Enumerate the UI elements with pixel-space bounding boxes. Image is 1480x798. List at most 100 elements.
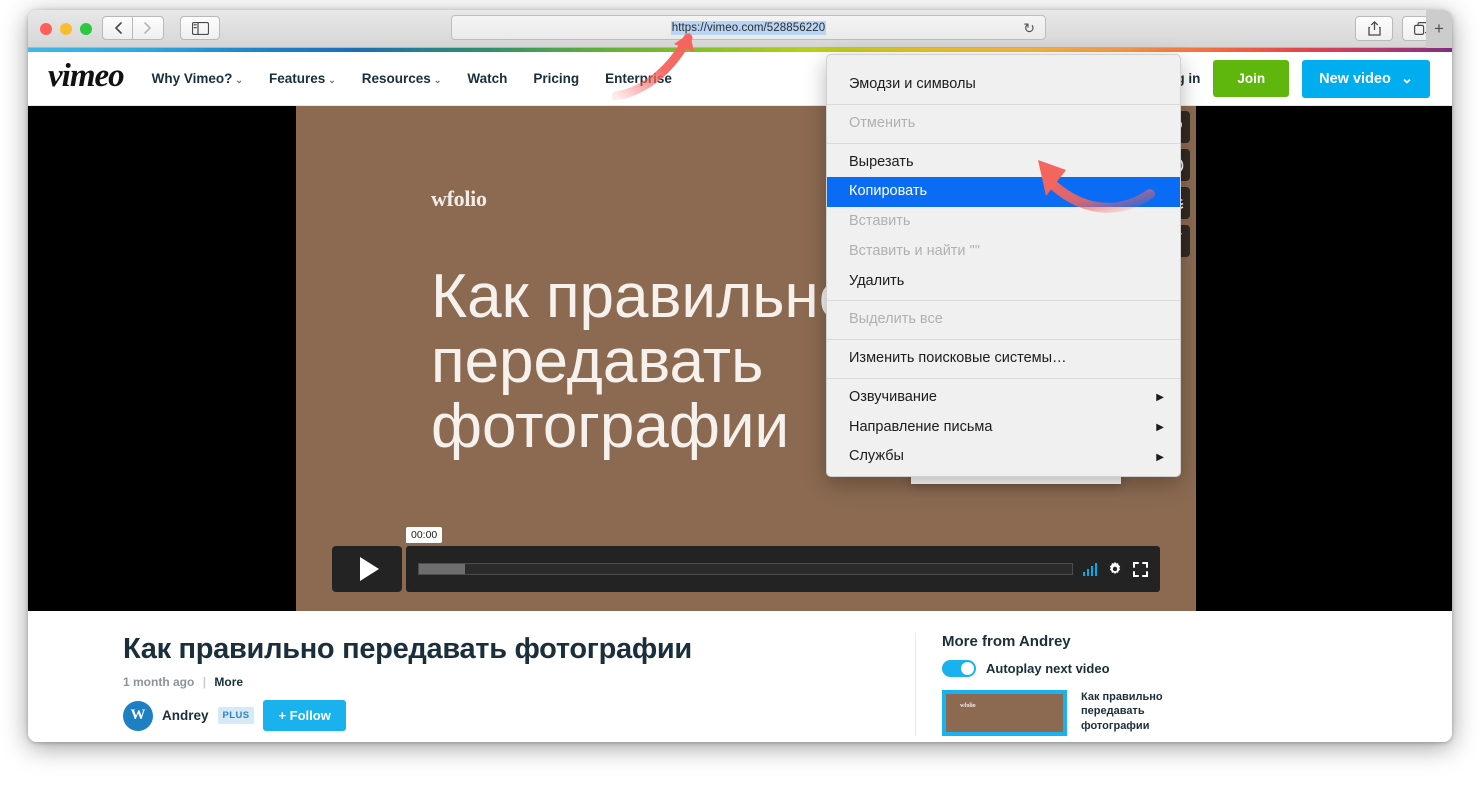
forward-button[interactable] bbox=[133, 16, 164, 40]
vimeo-page: vimeo Why Vimeo? ⌄ Features ⌄ Resources ⌄ W… bbox=[28, 52, 1452, 742]
chevron-down-icon: ⌄ bbox=[235, 75, 243, 85]
menu-item-speech[interactable]: Озвучивание ▶ bbox=[827, 383, 1180, 413]
new-video-label: New video bbox=[1319, 70, 1391, 87]
gear-icon[interactable] bbox=[1107, 561, 1123, 577]
browser-window: https://vimeo.com/528856220 ↻ + vimeo Wh… bbox=[28, 10, 1452, 742]
play-icon bbox=[359, 557, 379, 581]
menu-item-change-search-engines[interactable]: Изменить поисковые системы… bbox=[827, 344, 1180, 374]
submenu-arrow-icon: ▶ bbox=[1156, 451, 1164, 463]
thumbnail-brand: wfolio bbox=[960, 703, 976, 709]
video-details-sidebar: More from Andrey Autoplay next video wfo… bbox=[915, 633, 1245, 736]
nav-item-watch[interactable]: Watch bbox=[467, 71, 507, 86]
nav-label: Features bbox=[268, 71, 326, 86]
progress-scrubber[interactable] bbox=[418, 563, 1073, 575]
menu-item-paste-and-search: Вставить и найти "" bbox=[849, 242, 980, 259]
owner-name[interactable]: Andrey bbox=[162, 708, 209, 723]
menu-item-emoji-symbols[interactable]: Эмодзи и символы bbox=[827, 70, 1180, 100]
new-tab-button[interactable]: + bbox=[1426, 10, 1452, 48]
close-window-button[interactable] bbox=[40, 23, 52, 35]
menu-top-padding bbox=[827, 59, 1180, 70]
join-button[interactable]: Join bbox=[1213, 60, 1290, 97]
share-icon bbox=[1367, 21, 1381, 36]
fullscreen-glyph bbox=[1133, 561, 1148, 577]
video-age: 1 month ago bbox=[123, 675, 195, 689]
menu-item-label: Службы bbox=[849, 448, 904, 465]
share-button[interactable] bbox=[1355, 16, 1393, 41]
thumbnail-caption: Как правильно передавать фотографии bbox=[1081, 691, 1163, 732]
nav-item-why-vimeo[interactable]: Why Vimeo? ⌄ bbox=[152, 71, 243, 86]
window-traffic-lights bbox=[40, 23, 92, 35]
video-details-left: Как правильно передавать фотографии 1 mo… bbox=[123, 633, 883, 736]
nav-label: Resources bbox=[361, 71, 431, 86]
submenu-arrow-icon: ▶ bbox=[1156, 392, 1164, 404]
submenu-arrow-icon: ▶ bbox=[1156, 421, 1164, 433]
nav-item-features[interactable]: Features ⌄ bbox=[269, 71, 336, 86]
menu-item-label: Озвучивание bbox=[849, 388, 937, 405]
toolbar-right: + bbox=[1355, 10, 1452, 48]
vimeo-logo[interactable]: vimeo bbox=[48, 58, 125, 95]
meta-separator: | bbox=[202, 675, 207, 689]
autoplay-row: Autoplay next video bbox=[942, 660, 1245, 677]
nav-item-resources[interactable]: Resources ⌄ bbox=[362, 71, 442, 86]
more-link[interactable]: More bbox=[214, 675, 243, 689]
video-owner-row: W Andrey PLUS + Follow bbox=[123, 700, 883, 731]
chevron-down-icon: ⌄ bbox=[328, 75, 336, 85]
status-badge: PLUS bbox=[217, 707, 255, 724]
player-controls: 00:00 bbox=[332, 527, 1160, 592]
navigation-buttons bbox=[102, 16, 164, 40]
autoplay-toggle[interactable] bbox=[942, 660, 976, 677]
control-bar bbox=[406, 546, 1160, 592]
video-thumbnail[interactable]: wfolio bbox=[942, 690, 1067, 736]
nav-item-enterprise[interactable]: Enterprise bbox=[605, 71, 672, 86]
menu-separator bbox=[827, 142, 1180, 144]
menu-separator bbox=[827, 339, 1180, 340]
menu-item-services[interactable]: Службы ▶ bbox=[827, 442, 1180, 472]
minimize-window-button[interactable] bbox=[60, 23, 72, 35]
chevron-down-icon: ⌄ bbox=[1400, 70, 1413, 87]
menu-separator bbox=[827, 377, 1180, 379]
page-title: Как правильно передавать фотографии bbox=[123, 633, 692, 665]
primary-nav: Why Vimeo? ⌄ Features ⌄ Resources ⌄ Watch P… bbox=[152, 71, 672, 86]
reload-button[interactable]: ↻ bbox=[1023, 20, 1035, 37]
browser-titlebar: https://vimeo.com/528856220 ↻ + bbox=[28, 10, 1452, 48]
list-item[interactable]: wfolio Как правильно передавать фотограф… bbox=[942, 690, 1245, 736]
url-text[interactable]: https://vimeo.com/528856220 bbox=[670, 20, 827, 35]
address-bar[interactable]: https://vimeo.com/528856220 ↻ bbox=[451, 15, 1046, 40]
avatar[interactable]: W bbox=[123, 700, 153, 731]
video-meta: 1 month ago | More bbox=[123, 675, 883, 689]
progress-fill bbox=[419, 564, 465, 574]
menu-item-undo: Отменить bbox=[849, 114, 916, 131]
context-menu[interactable]: Эмодзи и символы Отменить Вырезать Копир… bbox=[826, 54, 1181, 477]
nav-item-pricing[interactable]: Pricing bbox=[533, 71, 579, 86]
menu-item-copy[interactable]: Копировать bbox=[827, 177, 1180, 207]
sidebar-heading: More from Andrey bbox=[942, 633, 1071, 650]
video-details-section: Как правильно передавать фотографии 1 mo… bbox=[28, 611, 1452, 736]
menu-separator bbox=[827, 300, 1180, 302]
quality-bars-icon[interactable] bbox=[1082, 562, 1097, 576]
progress-area: 00:00 bbox=[406, 527, 1160, 592]
menu-item-select-all: Выделить все bbox=[849, 311, 943, 328]
menu-item-label: Направление письма bbox=[849, 418, 993, 435]
nav-label: Why Vimeo? bbox=[151, 71, 233, 86]
new-video-button[interactable]: New video ⌄ bbox=[1302, 59, 1430, 98]
menu-item-writing-direction[interactable]: Направление письма ▶ bbox=[827, 413, 1180, 443]
fullscreen-icon[interactable] bbox=[1133, 561, 1148, 577]
maximize-window-button[interactable] bbox=[80, 23, 92, 35]
chevron-left-icon bbox=[114, 22, 122, 34]
menu-separator bbox=[827, 103, 1180, 105]
chevron-right-icon bbox=[144, 22, 151, 34]
sidebar-icon bbox=[191, 21, 209, 35]
follow-button[interactable]: + Follow bbox=[263, 700, 346, 731]
menu-item-paste: Вставить bbox=[849, 213, 911, 229]
chevron-down-icon: ⌄ bbox=[433, 75, 442, 85]
play-button[interactable] bbox=[332, 546, 402, 592]
back-button[interactable] bbox=[102, 16, 133, 40]
site-navbar: vimeo Why Vimeo? ⌄ Features ⌄ Resources ⌄ W… bbox=[28, 52, 1452, 106]
menu-item-delete[interactable]: Удалить bbox=[827, 267, 1180, 297]
video-stage[interactable]: wfolio Как правильно передавать фотограф… bbox=[28, 106, 1452, 611]
menu-item-cut[interactable]: Вырезать bbox=[827, 148, 1180, 178]
gear-glyph bbox=[1109, 561, 1121, 575]
show-sidebar-button[interactable] bbox=[180, 16, 220, 40]
autoplay-label: Autoplay next video bbox=[986, 661, 1110, 676]
video-brand-overlay: wfolio bbox=[431, 186, 487, 211]
